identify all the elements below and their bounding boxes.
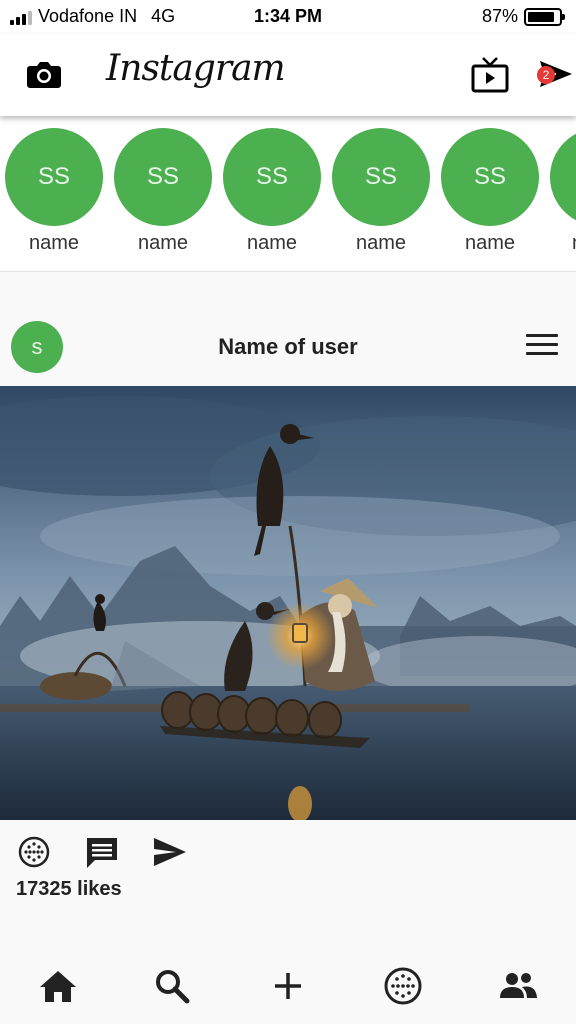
comment-icon[interactable] [84, 834, 120, 870]
hamburger-menu-icon[interactable] [526, 334, 558, 360]
story-label: name [464, 232, 516, 254]
story-item[interactable]: SS name [441, 128, 539, 255]
story-avatar: SS [114, 128, 212, 226]
igtv-icon[interactable] [470, 56, 510, 94]
camera-icon[interactable] [24, 54, 64, 94]
post-username[interactable]: Name of user [0, 334, 576, 360]
people-icon[interactable] [498, 966, 538, 1006]
story-avatar: SS [441, 128, 539, 226]
story-avatar [550, 128, 576, 226]
story-item[interactable]: SS name [5, 128, 103, 255]
story-label: name [355, 232, 407, 254]
story-avatar: SS [332, 128, 430, 226]
dotted-circle-like-icon[interactable] [16, 834, 52, 870]
status-right: 87% [481, 6, 565, 27]
instagram-logo: Instagram [106, 48, 286, 89]
status-bar: Vodafone IN 4G 1:34 PM 87% [0, 0, 576, 34]
dotted-circle-activity-icon[interactable] [383, 966, 423, 1006]
share-send-icon[interactable] [152, 834, 188, 870]
post-header: s Name of user [0, 318, 576, 386]
story-label: name [28, 232, 80, 254]
notification-badge: 2 [537, 66, 555, 84]
post-actions [0, 834, 576, 874]
story-item[interactable]: SS name [223, 128, 321, 255]
battery-fill [528, 11, 555, 22]
story-label: n [550, 232, 576, 255]
battery-percent: 87% [481, 6, 518, 26]
story-item[interactable]: n [550, 128, 576, 255]
post-image [0, 386, 576, 820]
likes-count: 17325 likes [16, 878, 122, 900]
story-item[interactable]: SS name [332, 128, 430, 255]
story-label: name [246, 232, 298, 254]
top-app-bar: Instagram [0, 34, 576, 116]
story-avatar: SS [5, 128, 103, 226]
search-icon[interactable] [152, 966, 192, 1006]
stories-strip: SS name SS name SS name SS name SS name … [0, 116, 576, 272]
story-item[interactable]: SS name [114, 128, 212, 255]
story-avatar: SS [223, 128, 321, 226]
bottom-navigation [0, 958, 576, 1018]
add-icon[interactable] [268, 966, 308, 1006]
story-label: name [137, 232, 189, 254]
battery-icon [524, 7, 565, 26]
post-photo-illustration [0, 386, 576, 820]
home-icon[interactable] [38, 966, 78, 1006]
